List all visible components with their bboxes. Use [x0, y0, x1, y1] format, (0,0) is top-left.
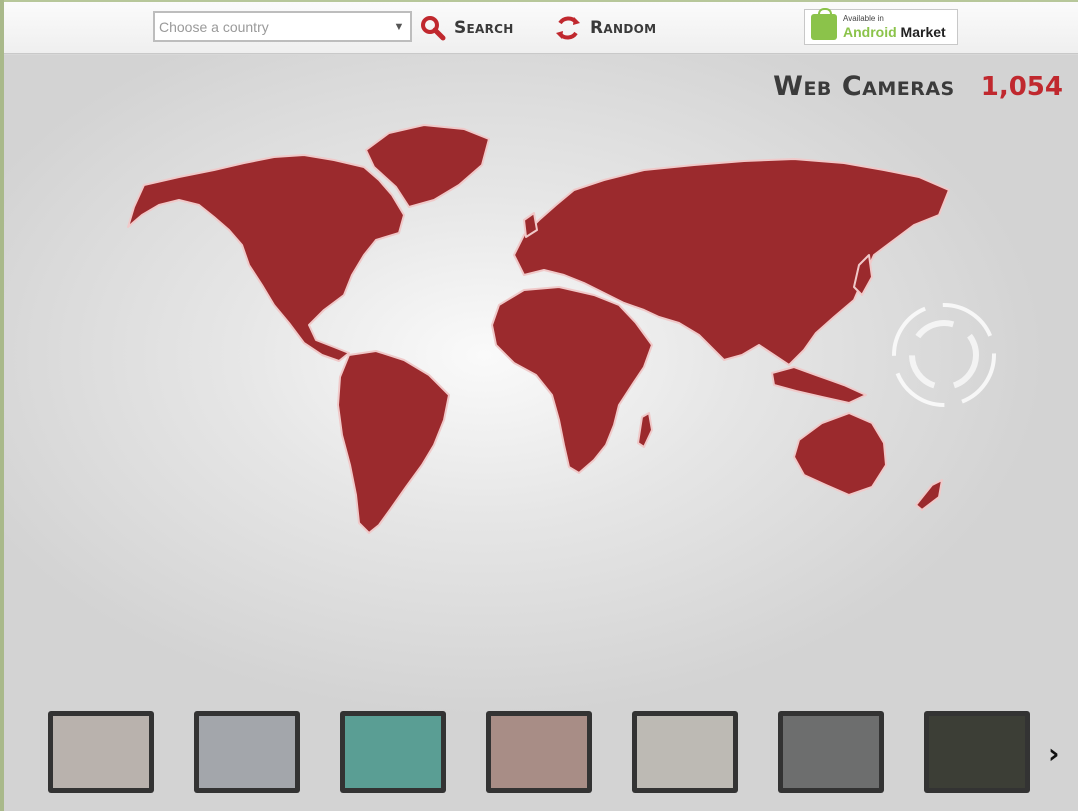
country-select-placeholder: Choose a country [159, 18, 269, 35]
android-badge-caption: Available in [843, 14, 884, 23]
webcam-thumb-3[interactable] [340, 711, 446, 793]
search-button-label: Search [454, 18, 514, 38]
title-row: Web Cameras 1,054 [773, 71, 1063, 102]
search-button[interactable]: Search [420, 12, 514, 44]
chevron-down-icon[interactable]: ▼ [388, 21, 410, 33]
top-toolbar: Choose a country ▼ Search Random Availab… [4, 0, 1078, 54]
shopping-bag-icon [811, 8, 837, 40]
android-badge-word-android: Android [843, 24, 897, 40]
webcam-thumb-image [783, 716, 879, 788]
random-button-label: Random [590, 18, 657, 38]
circular-arrows-icon [556, 16, 580, 40]
webcam-thumb-image [53, 716, 149, 788]
webcam-thumb-image [491, 716, 587, 788]
webcam-thumb-image [199, 716, 295, 788]
random-button[interactable]: Random [554, 12, 656, 44]
map-region-new-zealand[interactable] [915, 479, 943, 511]
page-title: Web Cameras [773, 71, 955, 102]
map-region-north-america[interactable] [127, 154, 405, 362]
chevron-right-icon[interactable]: › [1048, 737, 1060, 770]
map-stage: Web Cameras 1,054 › [4, 55, 1078, 811]
map-region-madagascar[interactable] [637, 412, 653, 448]
android-badge-word-market: Market [900, 24, 946, 40]
webcam-thumb-image [929, 716, 1025, 788]
map-region-south-america[interactable] [337, 350, 450, 534]
map-region-australia[interactable] [793, 412, 887, 496]
android-market-badge[interactable]: Available in Android Market [804, 8, 958, 45]
webcam-thumb-image [637, 716, 733, 788]
magnifier-icon [421, 16, 446, 41]
webcam-thumb-5[interactable] [632, 711, 738, 793]
webcam-thumb-7[interactable] [924, 711, 1030, 793]
map-region-indonesia[interactable] [771, 366, 867, 404]
camera-count: 1,054 [980, 72, 1063, 102]
webcam-thumb-2[interactable] [194, 711, 300, 793]
webcam-thumb-6[interactable] [778, 711, 884, 793]
country-select[interactable]: Choose a country ▼ [153, 11, 412, 42]
loading-spinner-icon [892, 303, 996, 407]
webcam-thumb-4[interactable] [486, 711, 592, 793]
webcam-thumb-image [345, 716, 441, 788]
webcam-thumb-1[interactable] [48, 711, 154, 793]
map-region-africa[interactable] [491, 286, 653, 474]
